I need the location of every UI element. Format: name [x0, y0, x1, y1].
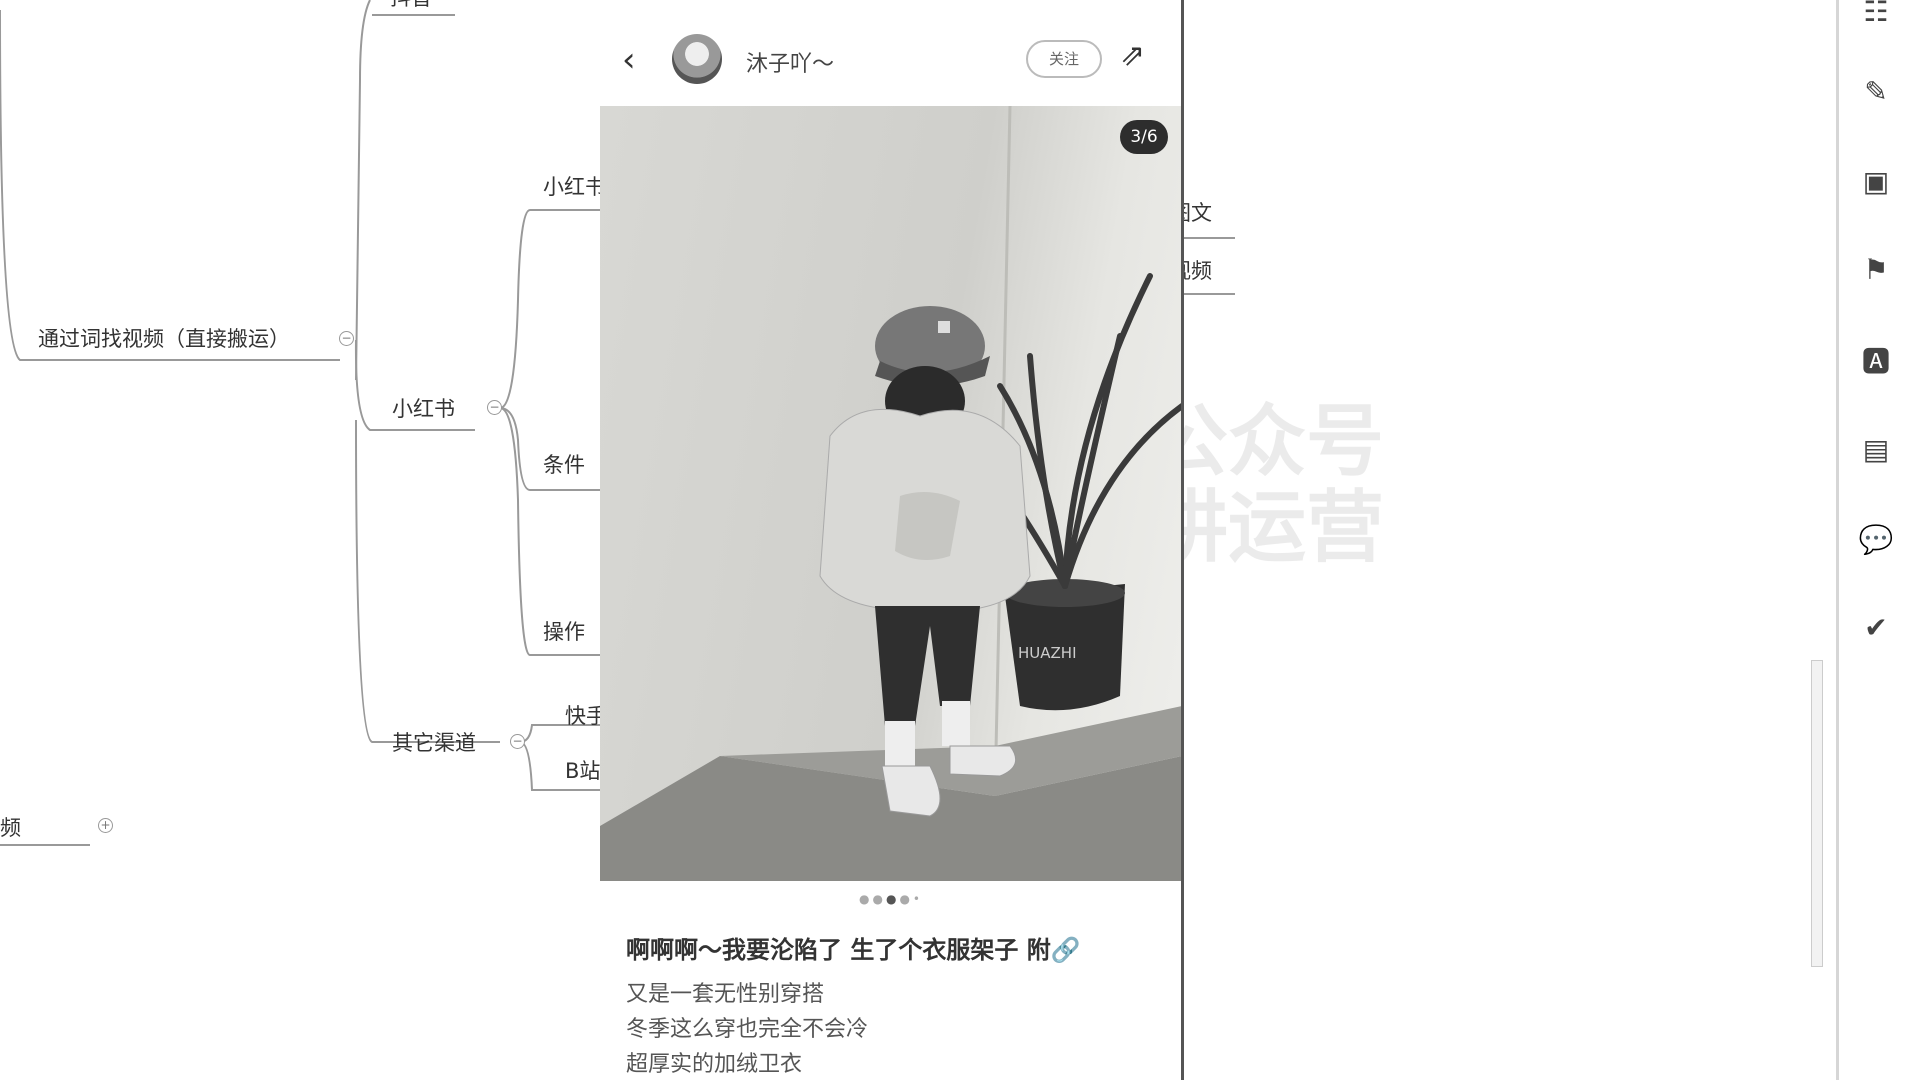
collapse-toggle-icon[interactable]: − [510, 734, 525, 749]
photo-illustration: HUAZHI [600, 106, 1182, 881]
layout-icon[interactable]: ☷ [1858, 0, 1894, 30]
image-counter: 3/6 [1120, 120, 1168, 154]
watermark: 公众号 讲运营 [1150, 397, 1385, 573]
clipboard-check-icon[interactable]: ✔ [1858, 610, 1894, 646]
username[interactable]: 沐子吖～ [746, 46, 834, 78]
post-line: 又是一套无性别穿搭 [626, 982, 825, 1007]
collapse-toggle-icon[interactable]: − [339, 331, 354, 346]
flag-icon[interactable]: ⚑ [1858, 252, 1894, 288]
phone-edge [1181, 0, 1184, 1080]
collapse-toggle-icon[interactable]: − [487, 400, 502, 415]
avatar[interactable] [672, 34, 722, 84]
node-operation[interactable]: 操作 [543, 622, 585, 643]
image-icon[interactable]: ▣ [1858, 164, 1894, 200]
pot-label: HUAZHI [1018, 644, 1077, 662]
node-other-channels[interactable]: 其它渠道 [392, 733, 476, 754]
document-icon[interactable]: ▤ [1858, 432, 1894, 468]
node-find-by-words[interactable]: 通过词找视频（直接搬运） [38, 329, 290, 350]
expand-toggle-icon[interactable]: + [98, 818, 113, 833]
carousel-dots[interactable]: ●●●●• [600, 892, 1182, 906]
node-xiaohongshu[interactable]: 小红书 [392, 399, 455, 420]
post-line: 超厚实的加绒卫衣 [626, 1052, 803, 1077]
brush-icon[interactable]: ✎ [1858, 74, 1894, 110]
back-arrow-icon[interactable]: ‹ [622, 40, 636, 80]
node-xhs-child[interactable]: 小红书 [543, 177, 606, 198]
phone-post-viewer: ‹ 沐子吖～ 关注 ⇗ HUAZHI 3/6 ●●●●• 啊啊啊～我要沦陷了 生… [600, 0, 1182, 1080]
vertical-scrollbar[interactable] [1811, 660, 1823, 967]
post-title: 啊啊啊～我要沦陷了 生了个衣服架子 附🔗 [626, 936, 1081, 964]
node-conditions[interactable]: 条件 [543, 455, 585, 476]
share-icon[interactable]: ⇗ [1120, 38, 1145, 73]
node-find-video[interactable]: 找视频 [0, 818, 21, 839]
comment-icon[interactable]: 💬 [1858, 522, 1894, 558]
post-header: ‹ 沐子吖～ 关注 ⇗ [600, 28, 1182, 92]
post-image[interactable]: HUAZHI 3/6 [600, 106, 1182, 881]
toolbar-divider [1836, 0, 1839, 1080]
post-line: 冬季这么穿也完全不会冷 [626, 1017, 869, 1042]
text-style-icon[interactable]: 🅰 [1858, 344, 1894, 380]
follow-button[interactable]: 关注 [1026, 40, 1102, 78]
node-cut-top[interactable]: 抖音 [390, 0, 432, 9]
node-bilibili[interactable]: B站 [565, 761, 600, 782]
